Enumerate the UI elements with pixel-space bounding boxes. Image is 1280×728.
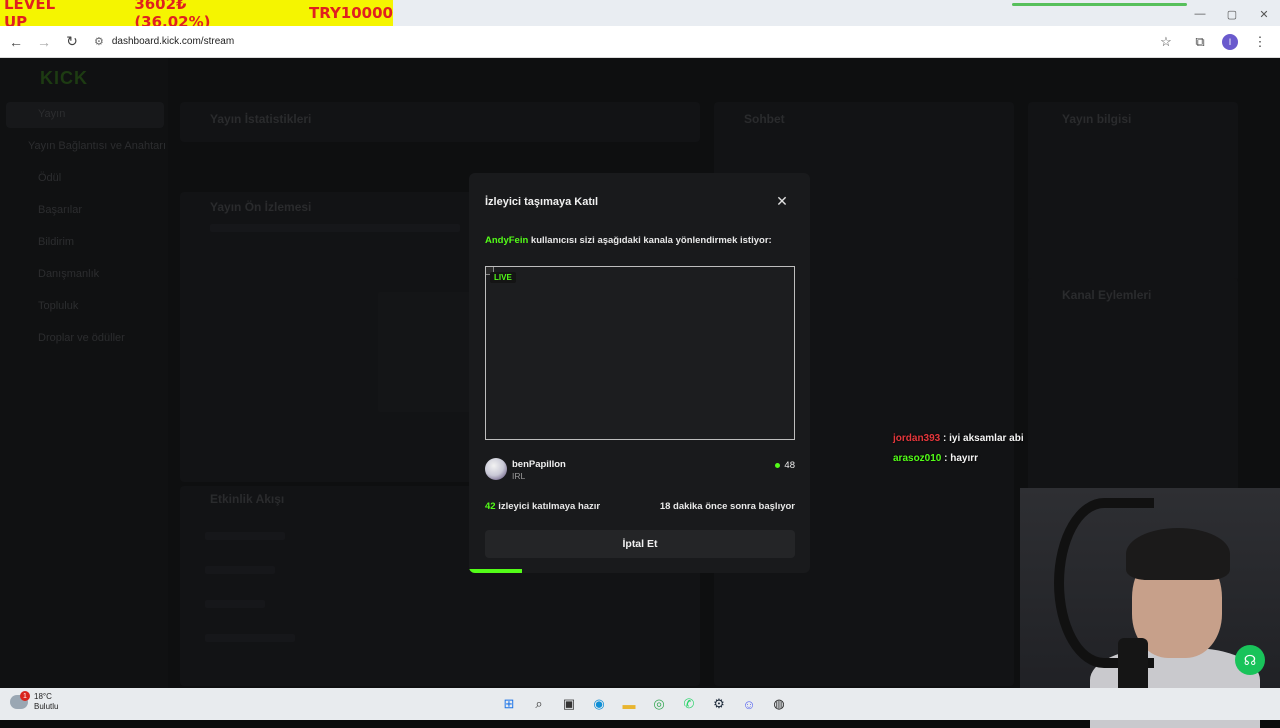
- cancel-button[interactable]: İptal Et: [485, 530, 795, 558]
- sidebar-item-consulting[interactable]: Danışmanlık: [38, 268, 99, 280]
- target-channel[interactable]: benPapillon IRL 48: [485, 458, 795, 484]
- browser-actions: ☆ ⧉ I ⋮: [1154, 30, 1272, 54]
- chat-username: arasoz010: [893, 453, 942, 464]
- sidebar: KICK Yayın Yayın Bağlantısı ve Anahtarı …: [0, 58, 168, 688]
- minimize-icon[interactable]: —: [1184, 0, 1216, 28]
- edge-browser-icon[interactable]: ◉: [587, 692, 611, 716]
- raid-stats: 42 izleyici katılmaya hazır 18 dakika ön…: [485, 501, 795, 512]
- raid-join-dialog: İzleyici taşımaya Katıl ✕ AndyFein kulla…: [469, 173, 810, 573]
- viewer-count: 48: [775, 460, 795, 471]
- search-icon[interactable]: ⌕: [527, 692, 551, 716]
- sidebar-item-rewards[interactable]: Ödül: [38, 172, 61, 184]
- sidebar-item-notifications[interactable]: Bildirim: [38, 236, 74, 248]
- activity-row: [205, 566, 275, 574]
- restore-icon[interactable]: ▢: [1216, 0, 1248, 28]
- dialog-message-text: kullanıcısı sizi aşağıdaki kanala yönlen…: [528, 235, 772, 246]
- weather-desc: Bulutlu: [34, 702, 59, 711]
- taskbar-apps: ⊞ ⌕ ▣ ◉ ▬ ◎ ✆ ⚙ ☺ ◍: [497, 692, 791, 716]
- sidebar-item-achievements[interactable]: Başarılar: [38, 204, 82, 216]
- chrome-icon[interactable]: ◎: [647, 692, 671, 716]
- dialog-title: İzleyici taşımaya Katıl: [485, 196, 599, 208]
- weather-text: 18°C Bulutlu: [34, 692, 58, 712]
- sidebar-item-community[interactable]: Topluluk: [38, 300, 78, 312]
- activity-row: [205, 600, 265, 608]
- activity-row: [205, 634, 295, 642]
- profile-avatar[interactable]: I: [1222, 34, 1238, 50]
- chat-title: Sohbet: [744, 112, 785, 126]
- channel-preview[interactable]: LIVE: [485, 266, 795, 440]
- live-badge: LIVE: [490, 272, 516, 283]
- tab-indicator: [1012, 3, 1187, 6]
- channel-name: benPapillon: [512, 459, 566, 470]
- window-controls: — ▢ ✕: [1184, 0, 1280, 28]
- site-info-icon[interactable]: ⚙: [94, 35, 104, 48]
- ready-count: 42: [485, 501, 496, 512]
- stats-panel: Yayın İstatistikleri: [180, 102, 700, 142]
- steam-icon[interactable]: ⚙: [707, 692, 731, 716]
- file-explorer-icon[interactable]: ▬: [617, 692, 641, 716]
- support-chat-icon[interactable]: ☊: [1235, 645, 1265, 675]
- preview-bar: [210, 224, 460, 232]
- webcam-overlay: [1020, 488, 1280, 728]
- donation-ticker: LEVEL UP 3602₺ (36.02%) TRY10000: [0, 0, 393, 31]
- info-title: Yayın bilgisi: [1062, 112, 1132, 126]
- taskbar: 1 18°C Bulutlu ⊞ ⌕ ▣ ◉ ▬ ◎ ✆ ⚙ ☺ ◍: [0, 688, 1280, 720]
- windows-start-icon[interactable]: ⊞: [497, 692, 521, 716]
- bookmark-star-icon[interactable]: ☆: [1154, 30, 1178, 54]
- preview-title: Yayın Ön İzlemesi: [210, 200, 312, 214]
- reload-icon[interactable]: ↻: [60, 30, 84, 54]
- extensions-icon[interactable]: ⧉: [1188, 30, 1212, 54]
- weather-widget[interactable]: 1 18°C Bulutlu: [10, 691, 58, 712]
- start-timer: 18 dakika önce sonra başlıyor: [659, 501, 795, 512]
- ticker-goal: TRY10000: [308, 4, 393, 22]
- raider-username[interactable]: AndyFein: [485, 235, 528, 246]
- actions-title: Kanal Eylemleri: [1062, 288, 1152, 302]
- chat-overlay-line: arasoz010 : hayırr: [893, 453, 978, 464]
- channel-avatar: [485, 458, 507, 480]
- notification-badge: 1: [20, 691, 30, 701]
- whatsapp-icon[interactable]: ✆: [677, 692, 701, 716]
- url-text: dashboard.kick.com/stream: [111, 36, 235, 47]
- obs-icon[interactable]: ◍: [767, 692, 791, 716]
- ready-text: izleyici katılmaya hazır: [495, 501, 601, 512]
- info-panel: Yayın bilgisi: [1028, 102, 1238, 282]
- sidebar-item-stream[interactable]: Yayın: [38, 108, 65, 120]
- back-icon[interactable]: ←: [4, 30, 28, 54]
- chat-message: : hayırr: [941, 453, 979, 464]
- live-dot-icon: [775, 463, 781, 468]
- kick-logo: KICK: [40, 68, 88, 88]
- chat-username: jordan393: [893, 433, 941, 444]
- sidebar-item-stream-key[interactable]: Yayın Bağlantısı ve Anahtarı: [28, 140, 166, 152]
- close-window-icon[interactable]: ✕: [1248, 0, 1280, 28]
- forward-icon[interactable]: →: [32, 30, 56, 54]
- sidebar-active-bg: [6, 102, 164, 128]
- address-bar: ← → ↻ ⚙ dashboard.kick.com/stream ☆ ⧉ I …: [0, 26, 1280, 58]
- chat-message: : iyi aksamlar abi: [940, 433, 1024, 444]
- channel-category: IRL: [512, 471, 526, 481]
- close-icon[interactable]: ✕: [774, 193, 790, 209]
- weather-temp: 18°C: [34, 692, 52, 701]
- discord-icon[interactable]: ☺: [737, 692, 761, 716]
- menu-kebab-icon[interactable]: ⋮: [1248, 30, 1272, 54]
- raid-progress-bar: [469, 569, 522, 573]
- url-field[interactable]: ⚙ dashboard.kick.com/stream: [94, 35, 234, 48]
- task-view-icon[interactable]: ▣: [557, 692, 581, 716]
- cloud-icon: 1: [10, 691, 30, 709]
- sidebar-item-drops[interactable]: Droplar ve ödüller: [38, 332, 125, 344]
- chat-overlay-line: jordan393 : iyi aksamlar abi: [893, 433, 1024, 444]
- activity-row: [205, 532, 285, 540]
- stats-title: Yayın İstatistikleri: [210, 112, 312, 126]
- viewer-count-value: 48: [784, 460, 795, 471]
- dialog-message: AndyFein kullanıcısı sizi aşağıdaki kana…: [485, 235, 772, 246]
- activity-title: Etkinlik Akışı: [210, 492, 285, 506]
